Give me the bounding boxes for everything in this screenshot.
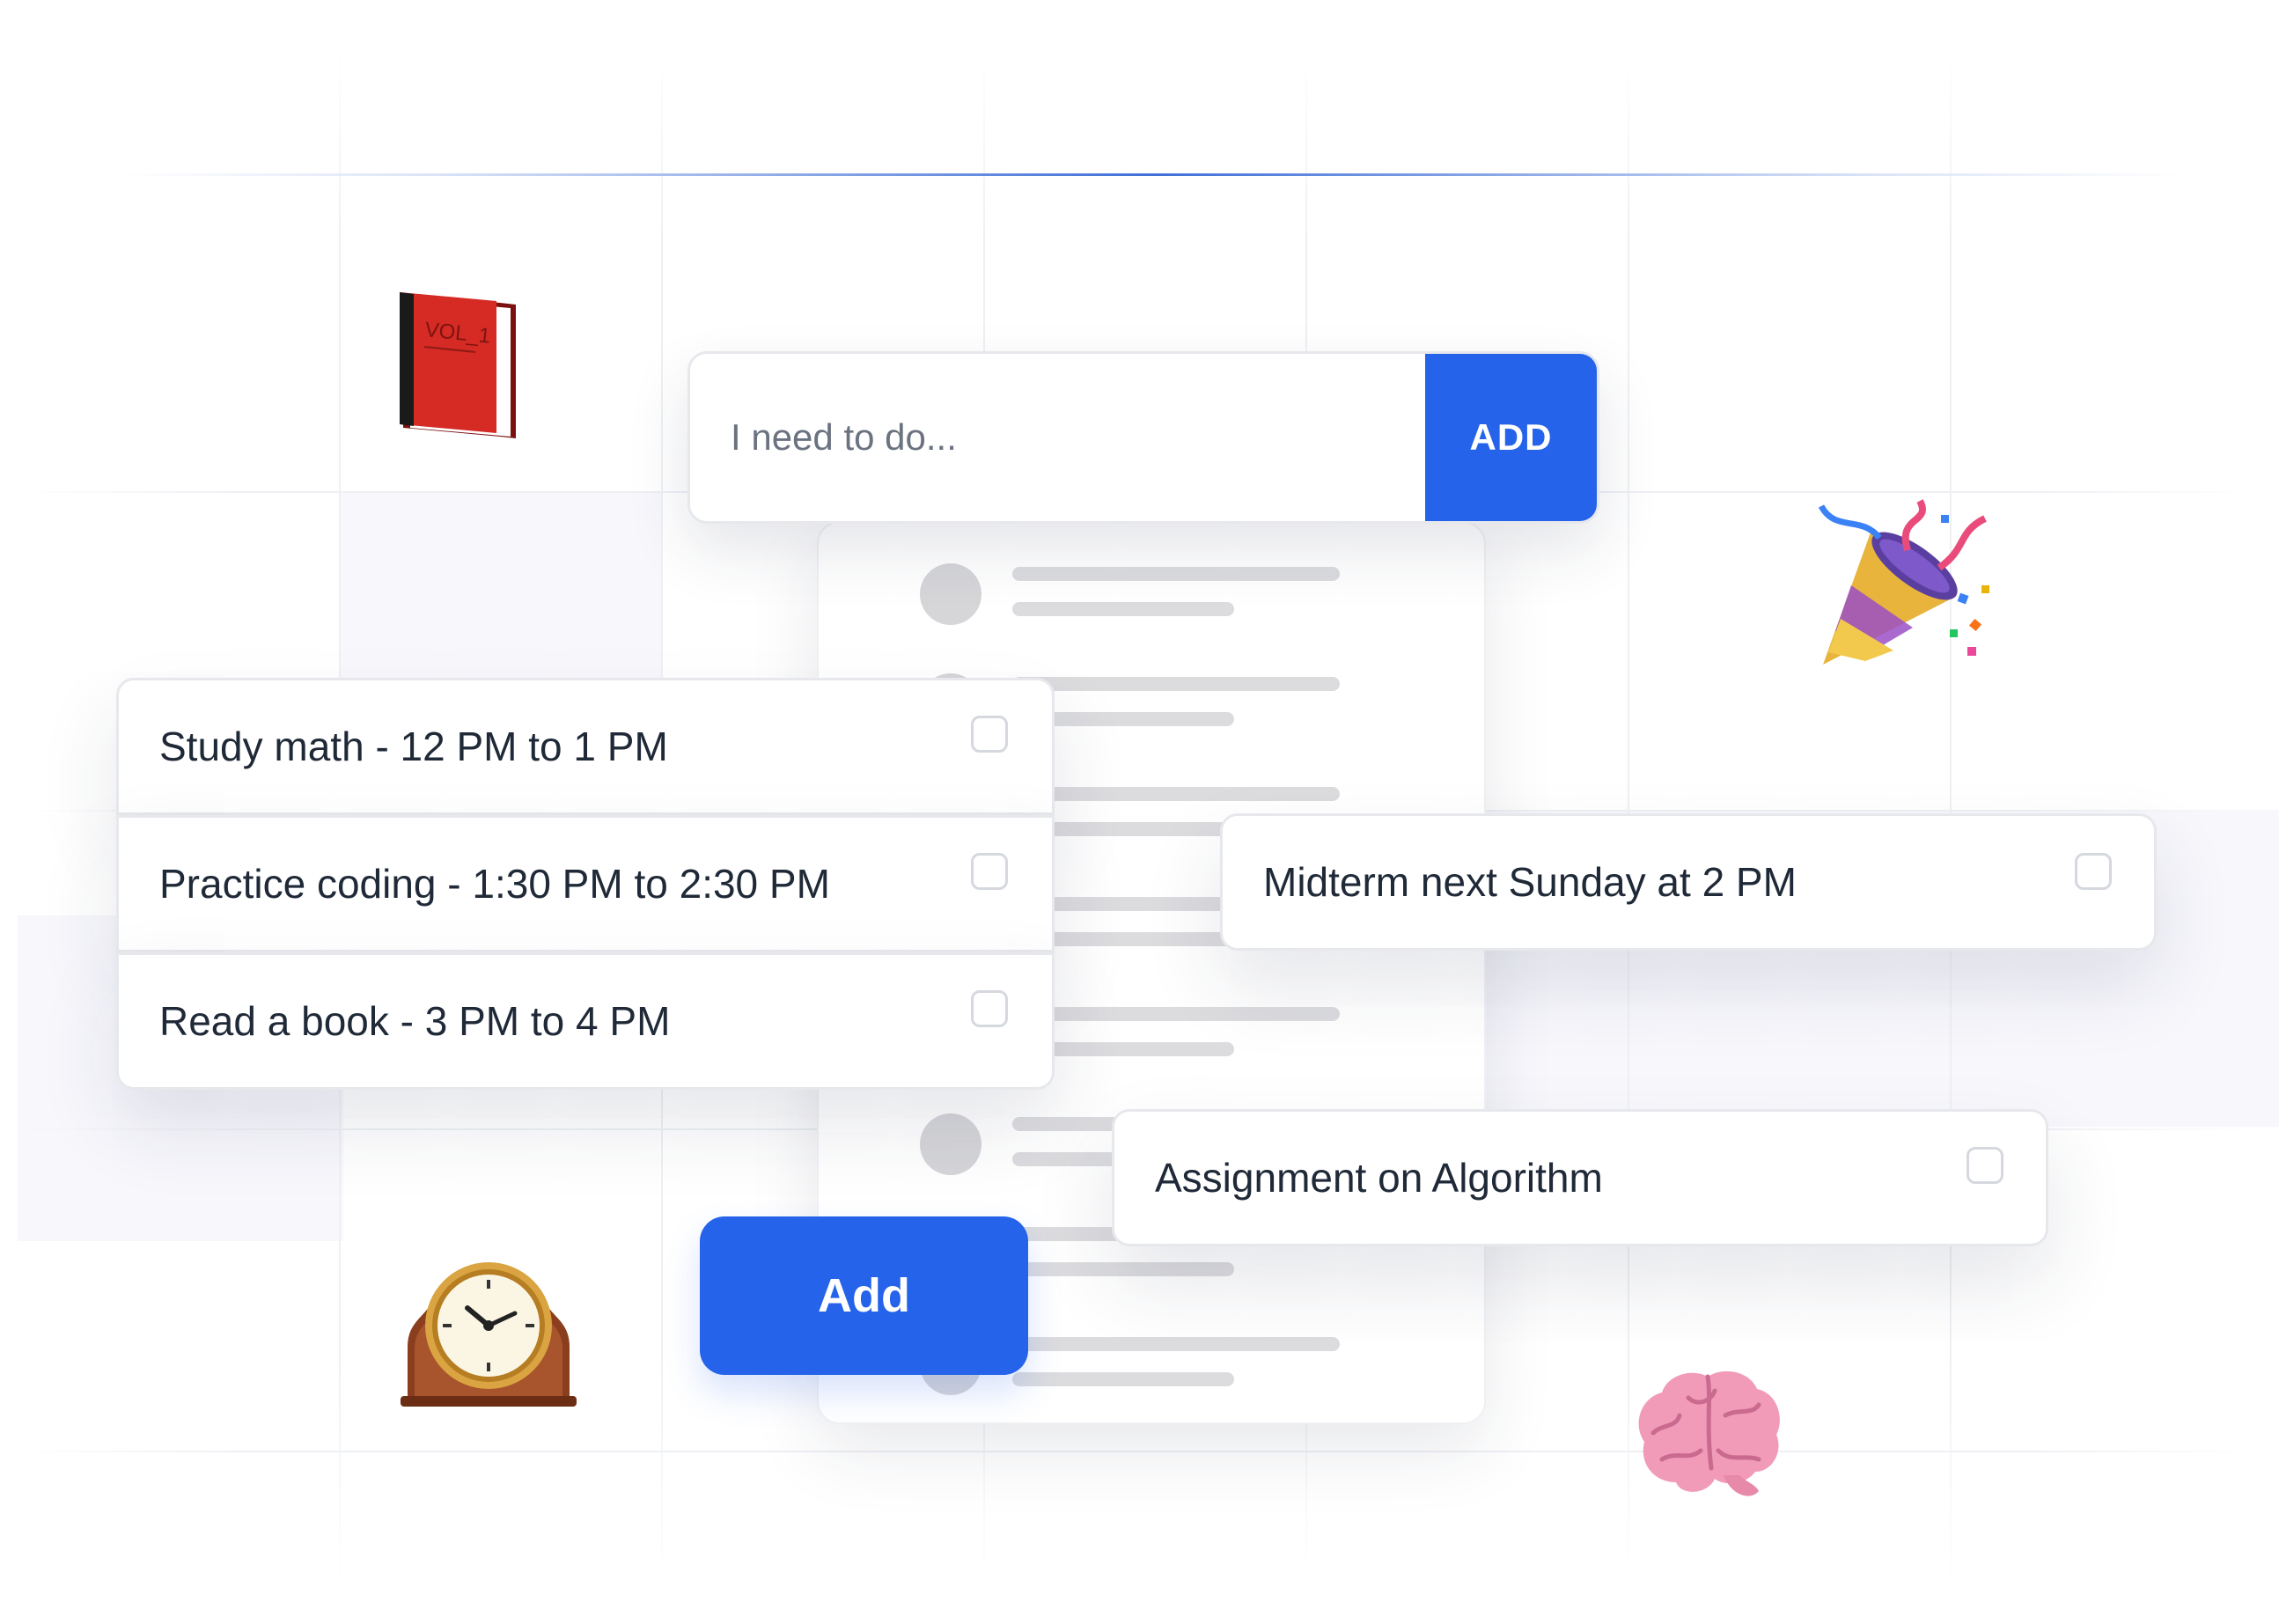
skeleton-line xyxy=(1012,787,1340,801)
task-label: Practice coding - 1:30 PM to 2:30 PM xyxy=(159,861,830,907)
background-tint xyxy=(341,493,662,687)
brain-icon xyxy=(1638,1370,1780,1496)
skeleton-line xyxy=(1012,1007,1340,1021)
skeleton-line xyxy=(1012,1372,1234,1386)
grid-line xyxy=(18,1451,2253,1452)
add-task-button[interactable]: ADD xyxy=(1425,354,1597,521)
task-label: Midterm next Sunday at 2 PM xyxy=(1263,859,1797,905)
task-checkbox[interactable] xyxy=(971,990,1008,1027)
task-checkbox[interactable] xyxy=(2075,853,2112,890)
skeleton-avatar xyxy=(920,1113,981,1175)
task-label: Assignment on Algorithm xyxy=(1155,1155,1603,1201)
skeleton-line xyxy=(1012,1262,1234,1276)
task-item[interactable]: Practice coding - 1:30 PM to 2:30 PM xyxy=(116,815,1055,952)
mantel-clock-icon xyxy=(401,1262,577,1407)
task-item-assignment[interactable]: Assignment on Algorithm xyxy=(1112,1109,2048,1246)
book-icon: VOL_1 xyxy=(400,292,516,438)
task-item[interactable]: Read a book - 3 PM to 4 PM xyxy=(116,952,1055,1090)
canvas: VOL_1 I need to do... ADD Study math - 1… xyxy=(0,0,2279,1624)
accent-line xyxy=(123,173,2183,176)
skeleton-line xyxy=(1012,677,1340,691)
new-task-form: ADD xyxy=(687,351,1599,524)
task-checkbox[interactable] xyxy=(1967,1147,2003,1184)
task-checkbox[interactable] xyxy=(971,716,1008,753)
task-checkbox[interactable] xyxy=(971,853,1008,890)
skeleton-line xyxy=(1012,602,1234,616)
task-item[interactable]: Study math - 12 PM to 1 PM xyxy=(116,678,1055,815)
task-item-midterm[interactable]: Midterm next Sunday at 2 PM xyxy=(1220,813,2157,951)
add-button[interactable]: Add xyxy=(700,1216,1028,1375)
task-label: Study math - 12 PM to 1 PM xyxy=(159,724,668,769)
task-label: Read a book - 3 PM to 4 PM xyxy=(159,998,671,1044)
todo-input[interactable] xyxy=(690,354,1421,521)
party-popper-icon xyxy=(1818,499,1989,665)
skeleton-avatar xyxy=(920,563,981,625)
skeleton-row xyxy=(819,558,1484,628)
skeleton-line xyxy=(1012,567,1340,581)
skeleton-line xyxy=(1012,1337,1340,1351)
